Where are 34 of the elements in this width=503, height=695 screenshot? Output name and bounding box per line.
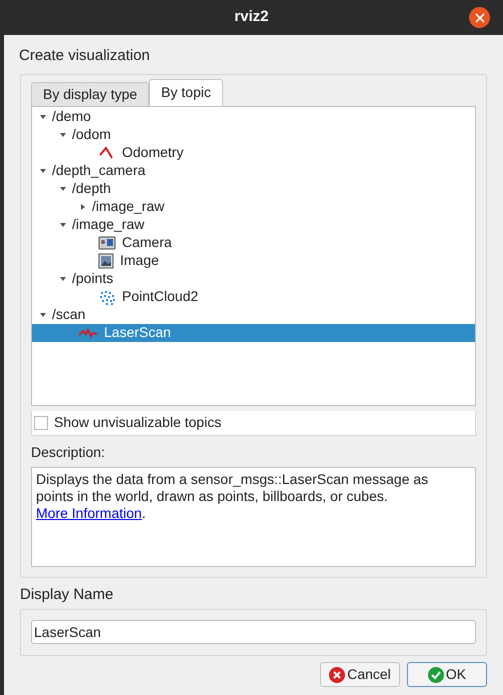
more-information-link[interactable]: More Information [36, 504, 142, 520]
camera-icon [98, 236, 116, 250]
display-name-label: Display Name [20, 584, 114, 604]
display-item[interactable]: Odometry [32, 144, 475, 162]
check-icon [428, 666, 444, 682]
cancel-button[interactable]: Cancel [320, 662, 400, 687]
checkbox-label: Show unvisualizable topics [54, 413, 222, 432]
close-button[interactable] [469, 7, 490, 28]
display-name-field[interactable]: LaserScan [31, 620, 476, 644]
image-icon [98, 252, 114, 268]
display-item[interactable]: LaserScan [32, 324, 475, 342]
display-item[interactable]: PointCloud2 [32, 288, 475, 306]
ok-button[interactable]: OK [407, 662, 487, 687]
topic-label[interactable]: /odom [72, 124, 111, 145]
tab[interactable]: By display type [31, 82, 150, 106]
topic-label[interactable]: /points [72, 268, 114, 289]
checkbox[interactable] [34, 416, 48, 430]
topic-label[interactable]: /scan [52, 304, 86, 325]
topic-label[interactable]: /demo [52, 106, 91, 127]
display-item[interactable]: Camera [32, 234, 475, 252]
window-title: rviz2 [234, 7, 269, 28]
topic-label[interactable]: /image_raw [72, 214, 144, 235]
cancel-icon [329, 666, 346, 682]
description-text: Displays the data from a sensor_msgs::LaserScan message as points in the world, drawn as points, billboards, or cubes. More Information. [36, 470, 428, 520]
topic-label[interactable]: /depth_camera [52, 160, 146, 181]
description-label: Description: [31, 442, 106, 462]
topic-label[interactable]: /image_raw [92, 196, 164, 217]
scan-line-icon [78, 326, 98, 338]
tab[interactable]: By topic [149, 78, 223, 106]
display-item[interactable]: Image [32, 252, 475, 270]
close-icon [474, 12, 484, 22]
topic-label[interactable]: /depth [72, 178, 111, 199]
point-cloud-icon [98, 288, 116, 304]
section-title: Create visualization [19, 46, 151, 66]
